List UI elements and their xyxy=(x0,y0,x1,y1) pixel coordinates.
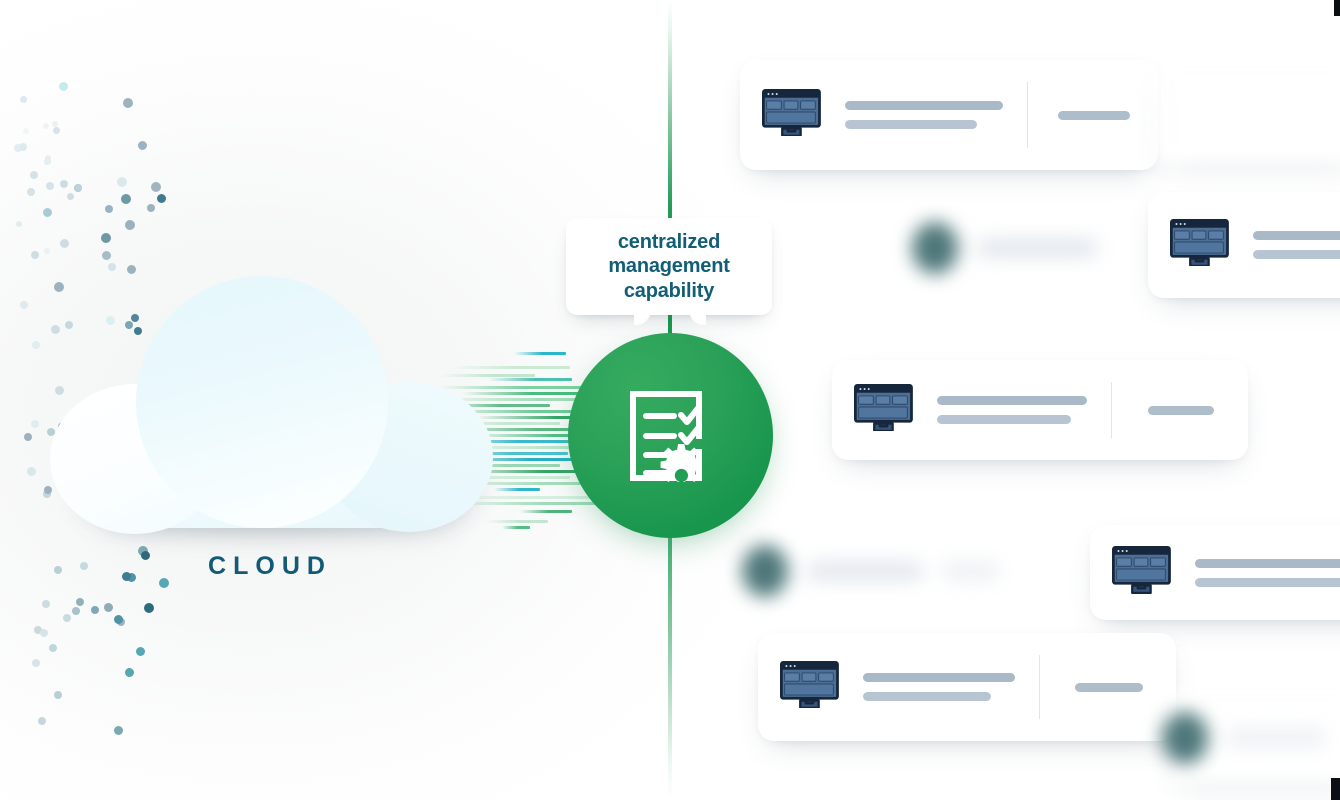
card-placeholder-lines xyxy=(1194,558,1340,587)
placeholder-bar xyxy=(976,238,1098,258)
background-blur-row xyxy=(742,545,1000,597)
placeholder-bar xyxy=(862,673,1015,682)
card-placeholder-lines xyxy=(844,101,1003,129)
callout-line-0: centralized xyxy=(617,230,721,253)
checklist-gear-icon xyxy=(629,390,713,482)
central-management-badge[interactable] xyxy=(568,333,773,538)
monitor-icon xyxy=(1170,218,1229,272)
avatar-icon xyxy=(912,222,958,274)
callout-label: centralized management capability xyxy=(608,230,730,304)
status-placeholder-bar xyxy=(1147,405,1214,415)
placeholder-bar xyxy=(844,101,1003,110)
card-placeholder-lines xyxy=(936,396,1087,424)
placeholder-bar xyxy=(936,396,1087,405)
card-status-slot xyxy=(1052,110,1136,120)
callout-bubble: centralized management capability xyxy=(566,218,772,315)
corner-block-marker xyxy=(1331,778,1340,800)
card-placeholder-lines xyxy=(862,673,1015,701)
status-placeholder-bar xyxy=(1057,110,1130,120)
device-card[interactable] xyxy=(1090,525,1340,620)
device-card[interactable] xyxy=(1148,192,1340,298)
monitor-icon xyxy=(780,660,839,714)
placeholder-bar xyxy=(1194,577,1340,587)
card-status-slot xyxy=(1136,405,1226,415)
placeholder-bar xyxy=(1194,558,1340,568)
device-card[interactable] xyxy=(832,360,1248,460)
avatar-icon xyxy=(1162,712,1208,764)
status-placeholder-bar xyxy=(1074,682,1143,692)
placeholder-bar xyxy=(1252,231,1340,240)
callout-line-2: capability xyxy=(623,279,715,302)
background-blur-row xyxy=(912,222,1098,274)
monitor-icon xyxy=(762,88,821,142)
placeholder-bar xyxy=(1252,250,1340,259)
card-status-slot xyxy=(1064,682,1154,692)
callout-line-1: management xyxy=(608,255,730,278)
corner-edge-marker xyxy=(1334,0,1340,16)
avatar-icon xyxy=(742,545,788,597)
card-divider xyxy=(1026,82,1028,148)
placeholder-bar xyxy=(936,415,1071,424)
card-placeholder-lines xyxy=(1252,231,1340,259)
placeholder-bar xyxy=(1226,728,1326,748)
monitor-icon xyxy=(1112,546,1171,599)
background-blur-row xyxy=(1162,712,1326,764)
placeholder-bar xyxy=(942,561,1000,581)
device-card[interactable] xyxy=(758,633,1176,741)
placeholder-bar xyxy=(844,120,977,129)
placeholder-bar xyxy=(806,561,924,581)
card-divider xyxy=(1038,655,1040,719)
card-divider xyxy=(1110,382,1112,438)
background-blur-card xyxy=(1154,62,1340,162)
device-card[interactable] xyxy=(740,60,1158,170)
monitor-icon xyxy=(854,383,913,437)
illustration-stage: CLOUD centralized management capability xyxy=(0,0,1340,800)
placeholder-bar xyxy=(862,692,991,701)
